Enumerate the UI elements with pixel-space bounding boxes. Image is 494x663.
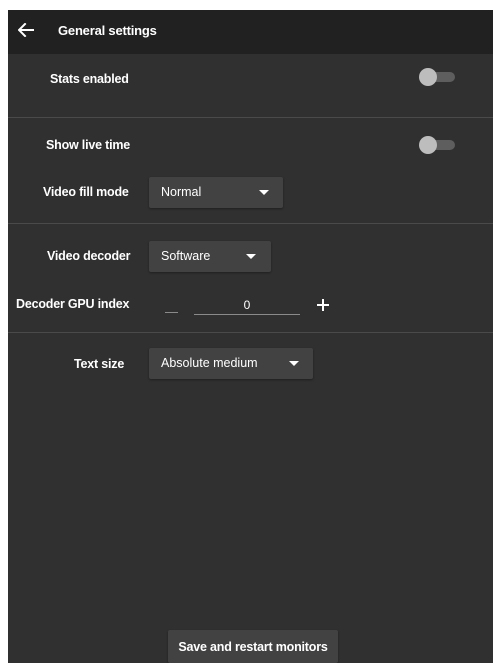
page-title: General settings: [58, 23, 157, 38]
video-decoder-label: Video decoder: [47, 249, 131, 263]
section-divider: [8, 117, 493, 118]
back-button[interactable]: [14, 20, 38, 44]
text-size-select[interactable]: Absolute medium: [149, 348, 313, 379]
settings-panel: General settings Stats enabled Show live…: [8, 10, 493, 663]
decrement-button[interactable]: [163, 303, 179, 321]
show-live-time-label: Show live time: [46, 138, 131, 152]
text-size-value: Absolute medium: [161, 356, 258, 370]
top-bar: General settings: [8, 10, 493, 54]
stats-enabled-toggle[interactable]: [419, 68, 457, 86]
caret-down-icon: [259, 190, 269, 195]
video-fill-mode-value: Normal: [161, 185, 202, 199]
arrow-left-icon: [17, 22, 34, 42]
stats-enabled-label: Stats enabled: [50, 72, 129, 86]
toggle-thumb: [419, 68, 437, 86]
decoder-gpu-index-input[interactable]: [194, 296, 300, 315]
video-fill-mode-label: Video fill mode: [43, 185, 129, 199]
toggle-thumb: [419, 136, 437, 154]
video-decoder-value: Software: [161, 249, 211, 263]
section-divider: [8, 332, 493, 333]
caret-down-icon: [246, 254, 256, 259]
video-fill-mode-select[interactable]: Normal: [149, 177, 283, 208]
show-live-time-toggle[interactable]: [419, 136, 457, 154]
video-decoder-select[interactable]: Software: [149, 241, 271, 272]
decoder-gpu-index-label: Decoder GPU index: [16, 297, 130, 311]
caret-down-icon: [289, 361, 299, 366]
text-size-label: Text size: [74, 357, 125, 371]
save-and-restart-button[interactable]: Save and restart monitors: [168, 630, 338, 663]
minus-icon: [164, 311, 178, 313]
increment-button[interactable]: [314, 296, 332, 314]
section-divider: [8, 223, 493, 224]
